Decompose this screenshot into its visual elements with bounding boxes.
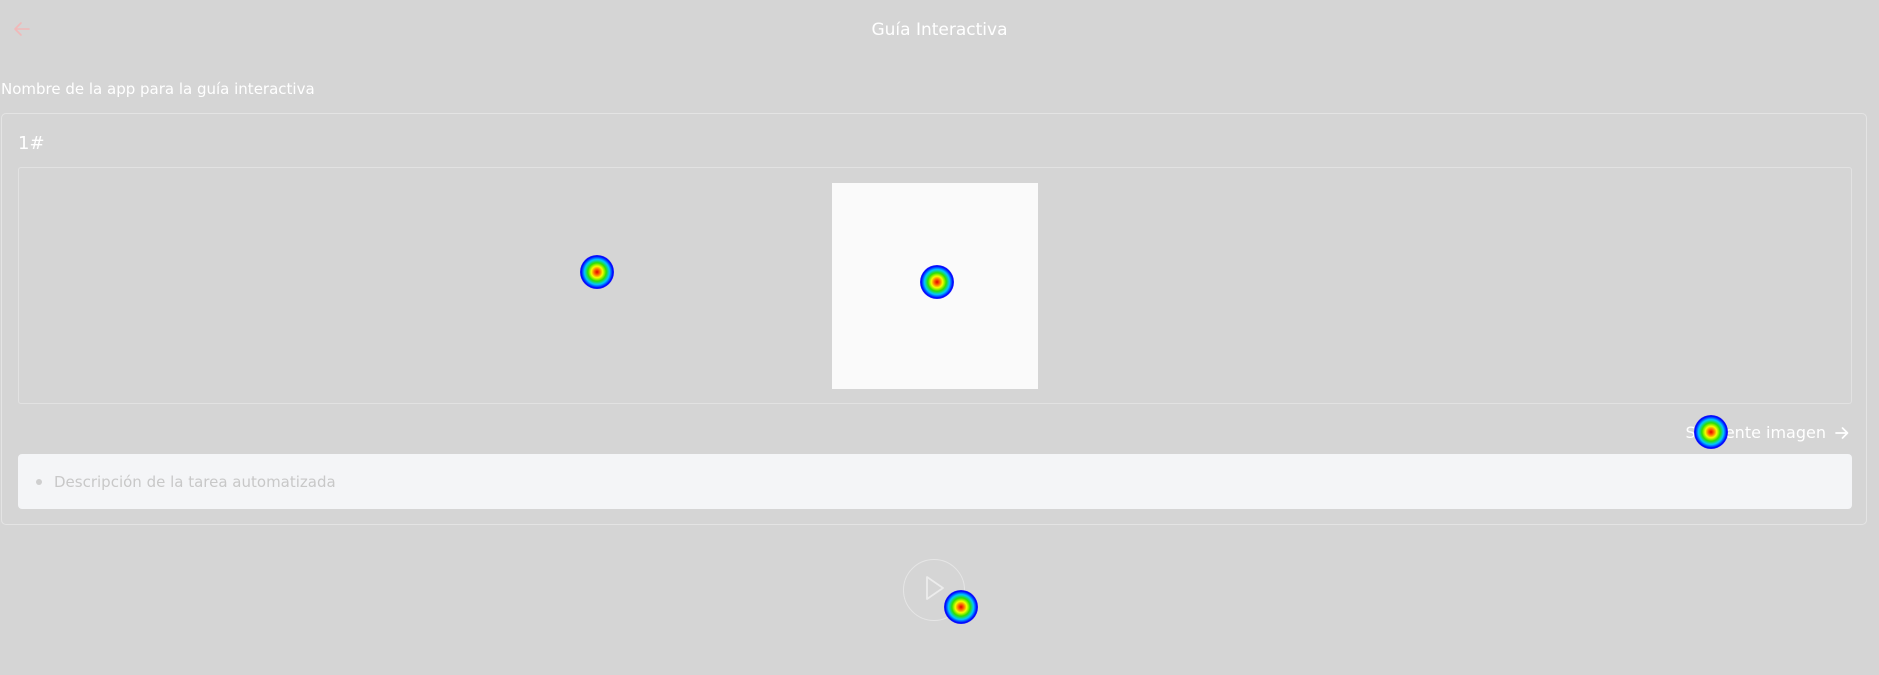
arrow-right-icon [1834,425,1850,441]
play-icon [921,573,947,607]
task-description-input[interactable] [54,472,1834,491]
page-title: Guía Interactiva [871,20,1008,40]
interactive-guide-page: Guía Interactiva Nombre de la app para l… [0,0,1879,675]
step-number: 1# [18,133,45,154]
task-description-box [18,454,1852,509]
header-bar: Guía Interactiva [0,0,1879,64]
play-button[interactable] [903,559,965,621]
next-image-button[interactable]: Siguiente imagen [1685,423,1850,442]
next-image-label: Siguiente imagen [1685,423,1826,442]
step-image[interactable] [832,183,1038,389]
bullet-icon [36,478,42,485]
app-name-label: Nombre de la app para la guía interactiv… [1,80,315,98]
